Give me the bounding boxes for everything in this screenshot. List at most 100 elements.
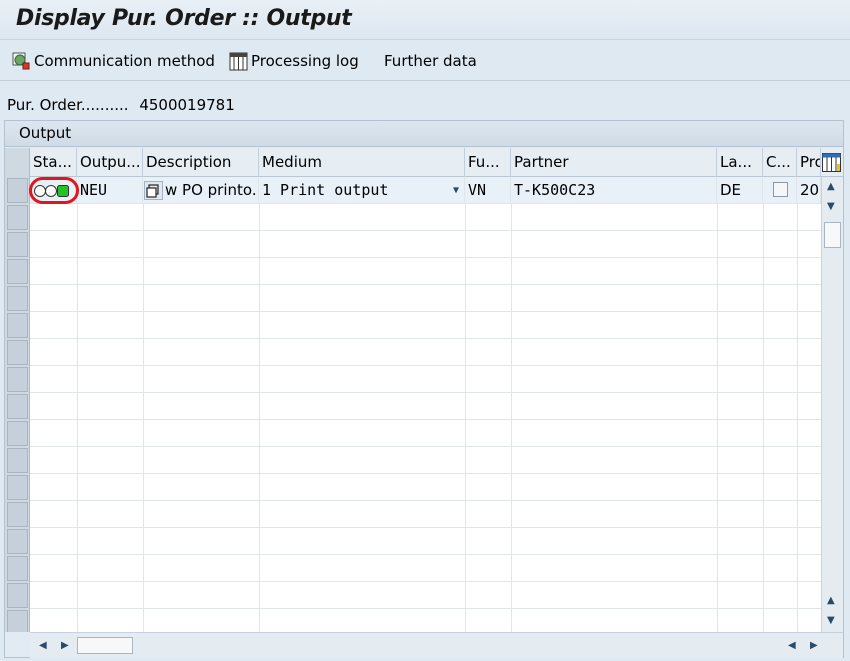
row-selector[interactable]	[7, 394, 28, 419]
row-selector-column	[5, 148, 30, 632]
column-header-partner[interactable]: Partner	[511, 148, 717, 177]
column-divider	[763, 339, 764, 366]
empty-table-row[interactable]	[30, 258, 822, 285]
empty-table-row[interactable]	[30, 582, 822, 609]
description-cell[interactable]: w PO printo...	[143, 177, 259, 204]
column-divider	[77, 420, 78, 447]
empty-table-row[interactable]	[30, 474, 822, 501]
column-divider	[259, 285, 260, 312]
column-divider	[717, 609, 718, 632]
column-divider	[763, 609, 764, 632]
empty-table-row[interactable]	[30, 366, 822, 393]
empty-table-row[interactable]	[30, 339, 822, 366]
output-type-cell[interactable]: NEU	[77, 177, 143, 204]
communication-method-button[interactable]: Communication method	[12, 50, 215, 72]
column-divider	[763, 420, 764, 447]
column-divider	[77, 474, 78, 501]
empty-table-row[interactable]	[30, 555, 822, 582]
column-divider	[143, 609, 144, 632]
column-divider	[77, 582, 78, 609]
horizontal-scroll-thumb[interactable]	[77, 637, 133, 654]
column-divider	[717, 474, 718, 501]
row-selector[interactable]	[7, 313, 28, 338]
partner-cell[interactable]: T-K500C23	[511, 177, 717, 204]
column-header-processing[interactable]: Pro	[797, 148, 821, 177]
row-selector[interactable]	[7, 205, 28, 230]
processing-cell[interactable]: 202	[797, 177, 821, 204]
empty-table-row[interactable]	[30, 528, 822, 555]
column-header-output-type[interactable]: Outpu...	[77, 148, 143, 177]
row-selector[interactable]	[7, 529, 28, 554]
row-selector[interactable]	[7, 448, 28, 473]
row-selector[interactable]	[7, 475, 28, 500]
empty-table-row[interactable]	[30, 501, 822, 528]
column-divider	[797, 393, 798, 420]
scroll-right-icon[interactable]: ▶	[61, 640, 69, 651]
empty-table-row[interactable]	[30, 285, 822, 312]
processing-log-button[interactable]: Processing log	[229, 50, 359, 72]
row-selector[interactable]	[7, 583, 28, 608]
empty-table-row[interactable]	[30, 420, 822, 447]
scroll-down-bottom-icon[interactable]: ▼	[827, 615, 835, 626]
empty-table-row[interactable]	[30, 393, 822, 420]
column-divider	[717, 501, 718, 528]
row-selector[interactable]	[7, 367, 28, 392]
column-header-function[interactable]: Fu...	[465, 148, 511, 177]
column-divider	[717, 366, 718, 393]
horizontal-scrollbar[interactable]: ◀ ▶ ◀ ▶	[30, 632, 843, 658]
language-cell[interactable]: DE	[717, 177, 763, 204]
row-selector[interactable]	[7, 502, 28, 527]
column-divider	[143, 366, 144, 393]
column-divider	[797, 474, 798, 501]
function-cell[interactable]: VN	[465, 177, 511, 204]
column-header-description[interactable]: Description	[143, 148, 259, 177]
column-divider	[763, 366, 764, 393]
row-selector[interactable]	[7, 421, 28, 446]
column-divider	[143, 447, 144, 474]
column-header-medium[interactable]: Medium	[259, 148, 465, 177]
empty-table-row[interactable]	[30, 447, 822, 474]
row-selector[interactable]	[7, 610, 28, 632]
scroll-right-end-icon[interactable]: ▶	[810, 640, 818, 651]
scroll-left-end-icon[interactable]: ◀	[788, 640, 796, 651]
column-header-changed[interactable]: C...	[763, 148, 797, 177]
row-selector[interactable]	[7, 178, 28, 203]
further-data-button[interactable]: Further data	[384, 50, 477, 72]
copy-icon[interactable]	[144, 181, 163, 200]
empty-table-row[interactable]	[30, 231, 822, 258]
column-divider	[259, 393, 260, 420]
scroll-up-bottom-icon[interactable]: ▲	[827, 595, 835, 606]
column-header-language[interactable]: La...	[717, 148, 763, 177]
column-divider	[259, 555, 260, 582]
column-divider	[763, 528, 764, 555]
row-selector[interactable]	[7, 259, 28, 284]
column-divider	[763, 555, 764, 582]
row-selector[interactable]	[7, 340, 28, 365]
scroll-down-icon[interactable]: ▼	[827, 201, 835, 212]
changed-cell	[763, 177, 797, 204]
layout-settings-icon[interactable]	[822, 153, 841, 172]
column-header-status[interactable]: Sta...	[30, 148, 77, 177]
scroll-left-icon[interactable]: ◀	[39, 640, 47, 651]
empty-table-row[interactable]	[30, 204, 822, 231]
row-selector[interactable]	[7, 286, 28, 311]
row-selector[interactable]	[7, 556, 28, 581]
column-divider	[77, 609, 78, 632]
empty-table-row[interactable]	[30, 609, 822, 632]
table-row[interactable]: NEU w PO printo... 1 Print output ▼ VN T…	[30, 177, 821, 204]
scroll-up-icon[interactable]: ▲	[827, 181, 835, 192]
empty-table-row[interactable]	[30, 312, 822, 339]
changed-checkbox[interactable]	[773, 182, 788, 197]
column-divider	[511, 339, 512, 366]
medium-dropdown[interactable]: 1 Print output ▼	[259, 177, 465, 204]
column-divider	[259, 609, 260, 632]
column-divider	[511, 501, 512, 528]
row-selector[interactable]	[7, 232, 28, 257]
column-divider	[763, 501, 764, 528]
annotation-circle	[29, 177, 79, 204]
column-divider	[77, 339, 78, 366]
chevron-down-icon[interactable]: ▼	[453, 177, 459, 204]
vertical-scrollbar[interactable]: ▲ ▼ ▲ ▼	[821, 177, 843, 632]
vertical-scroll-thumb[interactable]	[824, 222, 841, 248]
column-divider	[259, 204, 260, 231]
